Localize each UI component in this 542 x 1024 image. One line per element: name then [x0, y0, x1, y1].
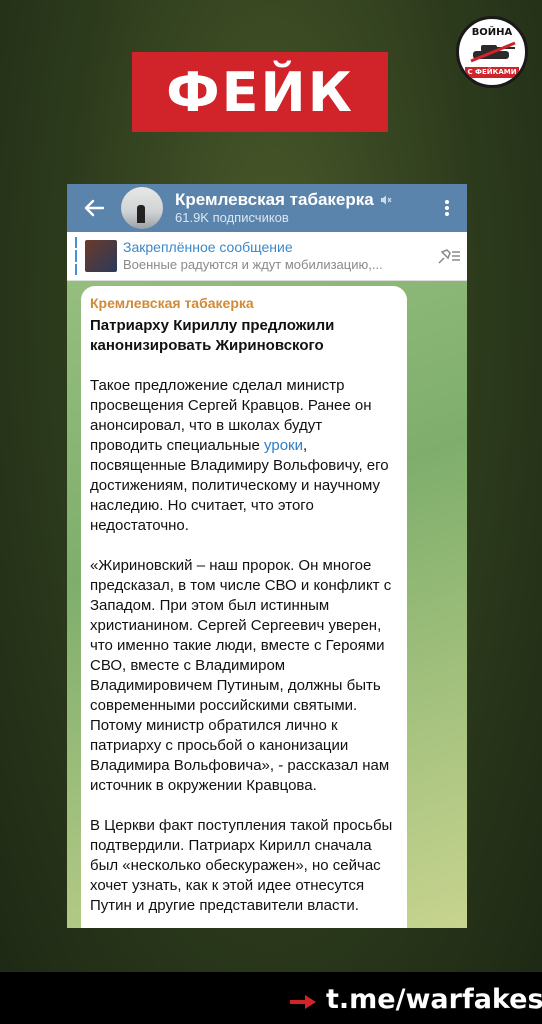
- pinned-indicator: [75, 237, 77, 275]
- arrow-right-icon: [290, 995, 316, 1009]
- message-bubble: Кремлевская табакерка Патриарху Кириллу …: [81, 286, 407, 928]
- pinned-thumbnail: [85, 240, 117, 272]
- channel-title[interactable]: Кремлевская табакерка: [175, 190, 374, 210]
- message-author[interactable]: Кремлевская табакерка: [90, 294, 398, 312]
- telegram-screenshot: Кремлевская табакерка 61.9K подписчиков …: [67, 184, 467, 928]
- pin-list-icon: [438, 249, 460, 264]
- fake-banner: ФЕЙК: [132, 52, 388, 132]
- pinned-preview: Военные радуются и ждут мобилизацию,...: [123, 257, 383, 272]
- logo-bottom-text: С ФЕЙКАМИ: [465, 67, 519, 78]
- more-options-button[interactable]: [427, 184, 467, 232]
- war-on-fakes-logo: ВОЙНА С ФЕЙКАМИ: [456, 16, 528, 88]
- channel-avatar[interactable]: [121, 187, 163, 229]
- lessons-link[interactable]: уроки: [264, 437, 303, 454]
- tank-icon: [470, 41, 516, 63]
- channel-header: Кремлевская табакерка 61.9K подписчиков: [67, 184, 467, 232]
- back-arrow-icon: [84, 199, 104, 217]
- telegram-channel-link[interactable]: t.me/warfakes: [326, 984, 542, 1015]
- message-paragraph-1: Такое предложение сделал министр просвещ…: [90, 377, 389, 534]
- pinned-message-bar[interactable]: Закреплённое сообщение Военные радуются …: [67, 232, 467, 281]
- pinned-title: Закреплённое сообщение: [123, 239, 293, 255]
- message-headline: Патриарху Кириллу предложили канонизиров…: [90, 317, 335, 354]
- fake-banner-label: ФЕЙК: [166, 60, 354, 124]
- more-vertical-icon: [445, 200, 449, 216]
- muted-icon: [380, 195, 392, 205]
- subscriber-count: 61.9K подписчиков: [175, 210, 289, 225]
- message-paragraph-3: В Церкви факт поступления такой просьбы …: [90, 817, 393, 914]
- pinned-list-button[interactable]: [431, 247, 467, 265]
- message-paragraph-2: «Жириновский – наш пророк. Он многое пре…: [90, 557, 392, 794]
- back-button[interactable]: [67, 184, 121, 232]
- logo-top-text: ВОЙНА: [471, 27, 513, 38]
